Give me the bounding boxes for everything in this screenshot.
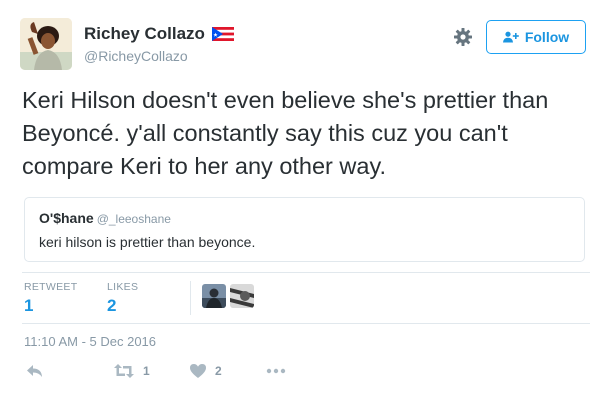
add-user-icon	[502, 31, 519, 43]
quoted-tweet-text: keri hilson is prettier than beyonce.	[39, 234, 256, 250]
liker-avatar[interactable]	[202, 284, 226, 308]
tweet-text: Keri Hilson doesn't even believe she's p…	[22, 87, 549, 179]
likes-stat-count: 2	[107, 296, 117, 315]
heart-icon	[190, 364, 206, 378]
retweet-button[interactable]: 1	[113, 363, 150, 379]
more-icon	[266, 368, 286, 374]
retweet-stat-count: 1	[24, 296, 34, 315]
quoted-tweet-header: O'$hane @_leeoshane	[39, 210, 171, 226]
timestamp[interactable]: 11:10 AM - 5 Dec 2016	[24, 334, 156, 349]
tweet-actions: 1 2	[22, 363, 422, 387]
stats-separator	[190, 281, 191, 315]
retweet-stat-label: RETWEET	[24, 281, 78, 293]
likes-stat[interactable]: LIKES 2	[107, 281, 138, 316]
quoted-author-name: O'$hane	[39, 210, 94, 226]
reply-button[interactable]	[26, 363, 44, 379]
divider	[22, 323, 590, 324]
like-count: 2	[215, 364, 222, 378]
follow-button[interactable]: Follow	[486, 20, 586, 54]
avatar[interactable]	[20, 18, 72, 70]
reply-icon	[27, 365, 42, 377]
divider	[22, 272, 590, 273]
more-button[interactable]	[266, 366, 286, 376]
gear-icon[interactable]	[453, 27, 473, 47]
retweet-icon	[114, 364, 134, 378]
author-handle[interactable]: @RicheyCollazo	[84, 48, 188, 64]
follow-label: Follow	[524, 29, 570, 45]
liker-avatar[interactable]	[230, 284, 254, 308]
puerto-rico-flag-icon	[211, 27, 234, 41]
likes-stat-label: LIKES	[107, 281, 139, 293]
like-button[interactable]: 2	[189, 363, 222, 379]
author-name-line: Richey Collazo	[84, 24, 234, 44]
author-display-name[interactable]: Richey Collazo	[84, 24, 205, 44]
quoted-tweet[interactable]: O'$hane @_leeoshane keri hilson is pretti…	[24, 197, 585, 262]
retweet-count: 1	[143, 364, 150, 378]
retweet-stat[interactable]: RETWEET 1	[24, 281, 77, 316]
quoted-author-handle: @_leeoshane	[96, 212, 171, 226]
